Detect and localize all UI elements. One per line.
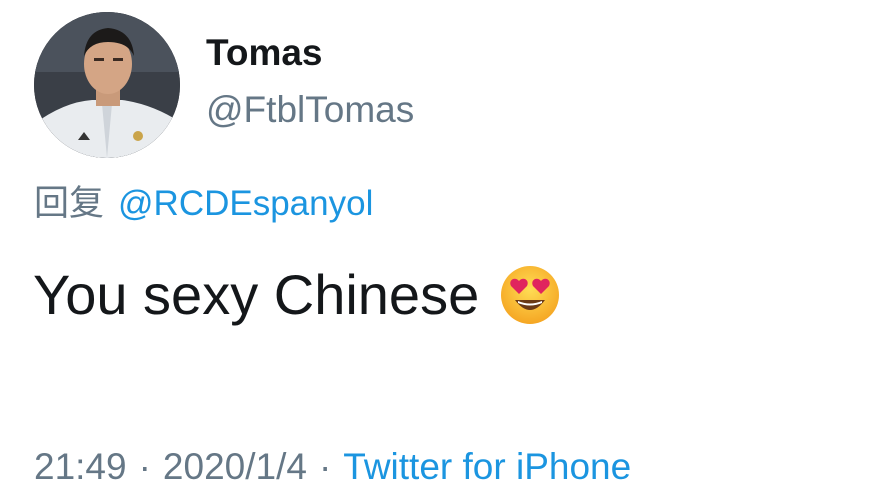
reply-mention-link[interactable]: @RCDEspanyol <box>118 184 373 223</box>
meta-separator: · <box>138 446 151 487</box>
tweet-meta: 21:49 · 2020/1/4 · Twitter for iPhone <box>34 448 631 485</box>
heart-eyes-emoji-icon <box>499 264 561 326</box>
author-display-name[interactable]: Tomas <box>206 34 323 71</box>
tweet-date[interactable]: 2020/1/4 <box>163 446 307 487</box>
tweet-source-link[interactable]: Twitter for iPhone <box>343 446 631 487</box>
author-handle[interactable]: @FtblTomas <box>206 91 414 128</box>
tweet-time[interactable]: 21:49 <box>34 446 127 487</box>
tweet-text: You sexy Chinese <box>33 263 480 326</box>
avatar[interactable] <box>34 12 180 158</box>
meta-separator: · <box>318 446 332 487</box>
reply-prefix: 回复 <box>34 184 105 224</box>
reply-context: 回复 @RCDEspanyol <box>34 186 373 222</box>
tweet-text-container: You sexy Chinese <box>33 264 561 326</box>
profile-photo <box>34 12 180 158</box>
